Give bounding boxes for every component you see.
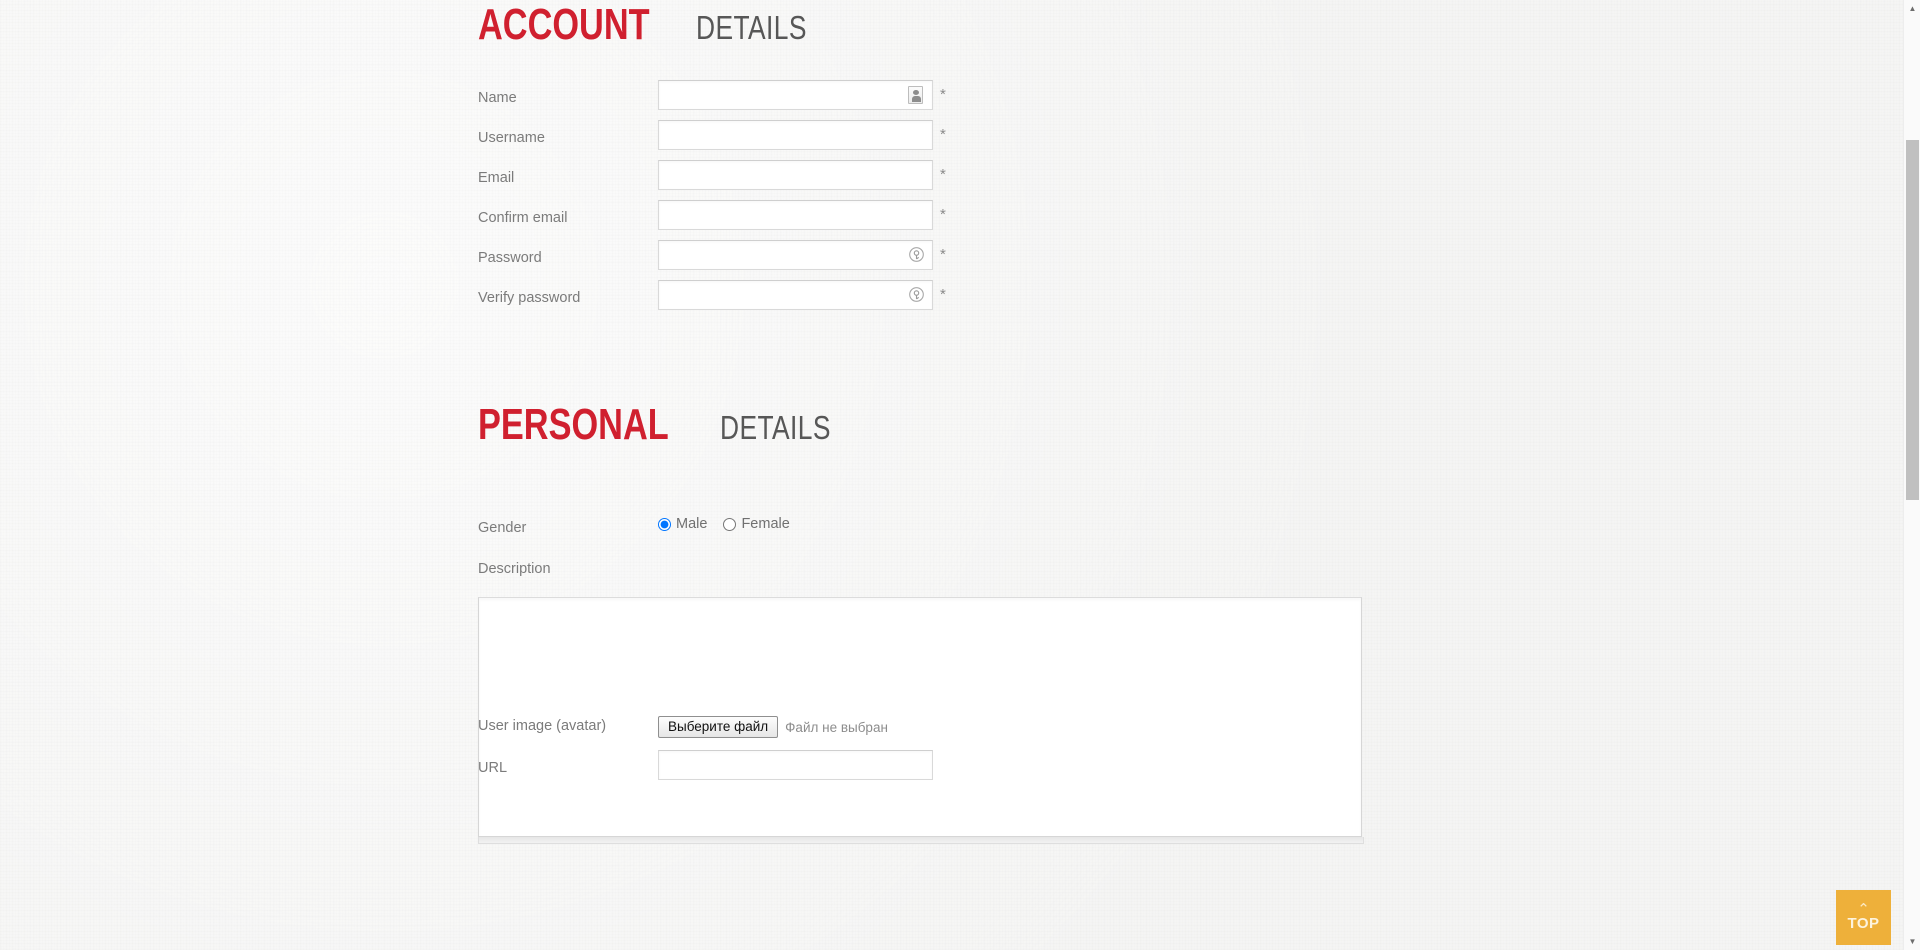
- verify-password-input[interactable]: [658, 280, 933, 310]
- control-confirm-email: [658, 200, 933, 230]
- back-to-top-label: TOP: [1847, 914, 1880, 932]
- label-description: Description: [478, 561, 551, 577]
- label-password: Password: [478, 250, 542, 266]
- back-to-top-button[interactable]: ⌃ TOP: [1836, 890, 1891, 945]
- contact-card-icon[interactable]: [908, 86, 926, 105]
- form-row-password: Password *: [0, 240, 1903, 280]
- heading-strong-account: ACCOUNT: [478, 0, 650, 49]
- control-url: [658, 750, 933, 780]
- reveal-password-icon[interactable]: [908, 286, 926, 305]
- form-row-description: Description: [0, 558, 1903, 598]
- label-name: Name: [478, 90, 517, 106]
- chevron-up-icon: ⌃: [1857, 900, 1870, 918]
- required-marker-email: *: [940, 166, 946, 183]
- form-row-avatar: User image (avatar) Выберите файл Файл н…: [0, 708, 1903, 748]
- label-avatar: User image (avatar): [478, 718, 607, 734]
- heading-light-personal: DETAILS: [720, 409, 832, 446]
- form-row-name: Name *: [0, 80, 1903, 120]
- gender-option-male-label: Male: [676, 516, 708, 532]
- form-row-verify-password: Verify password *: [0, 280, 1903, 320]
- required-marker-username: *: [940, 126, 946, 143]
- reveal-password-icon[interactable]: [908, 246, 926, 265]
- form-row-url: URL: [0, 750, 1903, 790]
- url-input[interactable]: [658, 750, 933, 780]
- username-input[interactable]: [658, 120, 933, 150]
- required-marker-confirm-email: *: [940, 206, 946, 223]
- label-email: Email: [478, 170, 515, 186]
- required-marker-verify-password: *: [940, 286, 946, 303]
- control-name: [658, 80, 933, 110]
- page-viewport: ACCOUNT DETAILS Name * Username * Email …: [0, 0, 1903, 950]
- gender-option-male[interactable]: Male: [658, 516, 707, 532]
- confirm-email-input[interactable]: [658, 200, 933, 230]
- avatar-file-input[interactable]: Выберите файл Файл не выбран: [658, 716, 888, 738]
- textarea-bottom-bar: [478, 837, 1364, 844]
- label-url: URL: [478, 760, 508, 776]
- password-input[interactable]: [658, 240, 933, 270]
- scrollbar-down-arrow-icon[interactable]: ▼: [1904, 933, 1920, 950]
- form-row-email: Email *: [0, 160, 1903, 200]
- gender-option-female[interactable]: Female: [723, 516, 790, 532]
- label-gender: Gender: [478, 520, 527, 536]
- label-confirm-email: Confirm email: [478, 210, 568, 226]
- gender-radio-group[interactable]: Male Female: [658, 516, 790, 532]
- form-row-confirm-email: Confirm email *: [0, 200, 1903, 240]
- scrollbar-thumb[interactable]: [1906, 140, 1919, 500]
- heading-strong-personal: PERSONAL: [478, 400, 669, 449]
- form-row-gender: Gender Male Female: [0, 510, 1903, 550]
- gender-radio-female[interactable]: [723, 517, 737, 531]
- control-username: [658, 120, 933, 150]
- required-marker-name: *: [940, 86, 946, 103]
- personal-details-heading: PERSONAL DETAILS: [478, 403, 859, 447]
- heading-light-account: DETAILS: [695, 9, 807, 46]
- label-username: Username: [478, 130, 545, 146]
- name-input[interactable]: [658, 80, 933, 110]
- control-verify-password: [658, 280, 933, 310]
- control-password: [658, 240, 933, 270]
- email-input[interactable]: [658, 160, 933, 190]
- account-details-heading: ACCOUNT DETAILS: [478, 3, 835, 47]
- page-scrollbar[interactable]: ▲ ▼: [1903, 0, 1920, 950]
- control-email: [658, 160, 933, 190]
- file-status-text: Файл не выбран: [785, 719, 888, 735]
- label-verify-password: Verify password: [478, 290, 581, 306]
- choose-file-button[interactable]: Выберите файл: [658, 716, 779, 738]
- gender-radio-male[interactable]: [658, 517, 671, 531]
- form-row-username: Username *: [0, 120, 1903, 160]
- gender-option-female-label: Female: [741, 516, 790, 532]
- scrollbar-up-arrow-icon[interactable]: ▲: [1904, 0, 1920, 17]
- required-marker-password: *: [940, 246, 946, 263]
